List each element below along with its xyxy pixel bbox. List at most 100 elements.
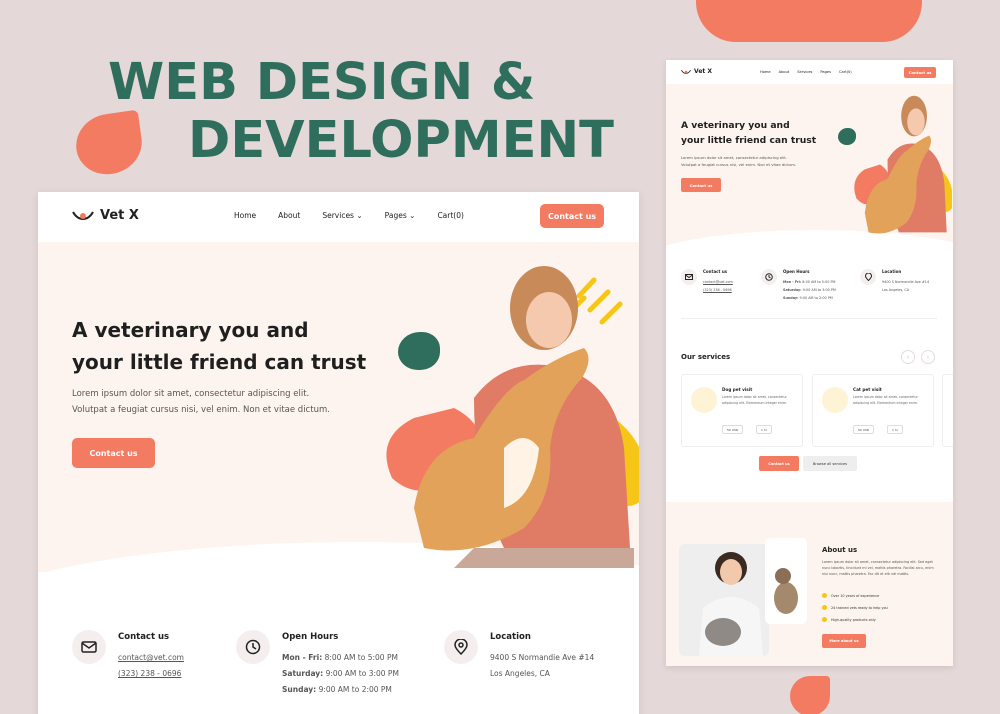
hours-weekday-label: Mon - Fri: [282, 653, 323, 662]
decorative-blob-bottom [790, 676, 830, 714]
section-divider [681, 318, 937, 319]
nav-pages[interactable]: Pages ⌄ [385, 211, 416, 220]
nav-services-label: Services [322, 211, 354, 220]
chevron-right-icon[interactable]: › [921, 350, 935, 364]
hours-sunday-time-small: 9:00 AM to 2:00 PM [799, 296, 833, 300]
nav-pages-label: Pages [384, 211, 407, 220]
info-location: Location 9400 S Normandie Ave #14 Los An… [444, 630, 594, 682]
nav-cart-small[interactable]: Cart(0) [839, 70, 852, 74]
check-icon [822, 605, 827, 610]
hero-sub-line-1-small: Lorem ipsum dolor sit amet, consectetur … [681, 155, 787, 160]
service-card-title: Cat pet visit [853, 387, 882, 392]
hero-title-line-1-small: A veterinary you and [681, 120, 790, 131]
nav-cart[interactable]: Cart(0) [437, 211, 463, 220]
duration-chip: 1 hr [756, 425, 772, 434]
info-contact-small: Contact us contact@vet.com (323) 238 - 0… [681, 269, 733, 294]
hero-title-small: A veterinary you and your little friend … [681, 118, 816, 148]
mail-icon [72, 630, 106, 664]
service-card-title: Dog pet visit [722, 387, 753, 392]
nav-home-small[interactable]: Home [760, 70, 771, 74]
check-icon [822, 617, 827, 622]
location-title-small: Location [882, 269, 902, 274]
hours-title: Open Hours [282, 632, 339, 642]
brand-logo[interactable]: Vet X [72, 208, 139, 223]
navbar: Vet X Home About Services ⌄ Pages ⌄ Cart… [38, 192, 639, 242]
chevron-down-icon: ⌄ [356, 211, 363, 220]
services-title: Our services [681, 353, 731, 361]
clock-icon [761, 269, 777, 285]
location-line-2-small: Los Angeles, CA [882, 288, 910, 292]
service-card-desc: Lorem ipsum dolor sit amet, consectetur … [853, 395, 918, 405]
headline-line-1: WEB DESIGN & [108, 53, 536, 112]
hours-saturday-time: 9:00 AM to 3:00 PM [325, 669, 399, 678]
hours-weekday-time: 8:00 AM to 5:00 PM [324, 653, 398, 662]
decorative-green-blob [398, 332, 440, 370]
hours-saturday-time-small: 9:00 AM to 3:00 PM [802, 288, 836, 292]
decorative-green-blob-small [838, 128, 856, 145]
nav-about[interactable]: About [278, 211, 300, 220]
hero-title: A veterinary you and your little friend … [72, 314, 366, 378]
location-line-1: 9400 S Normandie Ave #14 [490, 653, 595, 662]
price-chip: 50 USD [722, 425, 744, 434]
service-card-cat[interactable]: Cat pet visit Lorem ipsum dolor sit amet… [812, 374, 934, 447]
hero-title-line-1: A veterinary you and [72, 318, 309, 342]
about-check-3-text: High-quality products only [831, 617, 876, 622]
hero-subtitle: Lorem ipsum dolor sit amet, consectetur … [72, 386, 330, 418]
nav-contact-button-small[interactable]: Contact us [904, 67, 936, 78]
about-check-2: 24 trained vets ready to help you [822, 605, 888, 610]
nav-links: Home About Services ⌄ Pages ⌄ Cart(0) [234, 211, 464, 220]
hero-title-line-2-small: your little friend can trust [681, 135, 817, 146]
contact-email-link[interactable]: contact@vet.com [118, 650, 184, 666]
about-check-3: High-quality products only [822, 617, 876, 622]
info-contact: Contact us contact@vet.com (323) 238 - 0… [72, 630, 184, 682]
promo-headline: WEB DESIGN & DEVELOPMENT [108, 53, 614, 169]
price-chip: 50 USD [853, 425, 875, 434]
contact-phone-link[interactable]: (323) 238 - 0696 [118, 666, 184, 682]
contact-phone-link-small[interactable]: (323) 238 - 0696 [703, 286, 733, 294]
hours-sunday-label: Sunday: [282, 685, 317, 694]
contact-email-link-small[interactable]: contact@vet.com [703, 278, 733, 286]
service-card-dog[interactable]: Dog pet visit Lorem ipsum dolor sit amet… [681, 374, 803, 447]
mail-icon [681, 269, 697, 285]
nav-services-small[interactable]: Services [797, 70, 812, 74]
hours-sunday-small: Sunday: 9:00 AM to 2:00 PM [783, 294, 836, 302]
about-check-1: Over 10 years of experience [822, 593, 879, 598]
hero-sub-line-2: Volutpat a feugiat cursus nisi, vel enim… [72, 405, 330, 415]
hero-contact-button[interactable]: Contact us [72, 438, 155, 468]
service-card-partial[interactable] [942, 374, 953, 447]
brand-logo-small[interactable]: Vet X [681, 68, 712, 75]
hero-sub-line-1: Lorem ipsum dolor sit amet, consectetur … [72, 389, 310, 399]
about-title: About us [822, 546, 858, 554]
contact-title-small: Contact us [703, 269, 728, 274]
nav-links-small: Home About Services Pages Cart(0) [760, 70, 852, 74]
nav-pages-small[interactable]: Pages [820, 70, 831, 74]
hours-saturday-label-small: Saturday: [783, 288, 802, 292]
decorative-blob-left [72, 109, 146, 179]
hours-weekday-label-small: Mon - Fri: [783, 280, 802, 284]
browse-services-button[interactable]: Browse all services [803, 456, 857, 471]
info-location-small: Location 9400 S Normandie Ave #14 Los An… [860, 269, 929, 294]
hours-weekday: Mon - Fri: 8:00 AM to 5:00 PM [282, 650, 399, 666]
about-check-2-text: 24 trained vets ready to help you [831, 605, 888, 610]
nav-services[interactable]: Services ⌄ [322, 211, 362, 220]
services-contact-button[interactable]: Contact us [759, 456, 799, 471]
chevron-down-icon: ⌄ [409, 211, 416, 220]
hours-sunday-label-small: Sunday: [783, 296, 799, 300]
nav-home[interactable]: Home [234, 211, 256, 220]
duration-chip: 1 hr [887, 425, 903, 434]
hero-woman-dog-image [386, 266, 639, 568]
about-woman-cats-image [679, 538, 807, 656]
hours-saturday-small: Saturday: 9:00 AM to 3:00 PM [783, 286, 836, 294]
nav-about-small[interactable]: About [779, 70, 790, 74]
chevron-left-icon[interactable]: ‹ [901, 350, 915, 364]
nav-contact-button[interactable]: Contact us [540, 204, 604, 228]
info-hours-small: Open Hours Mon - Fri: 8:00 AM to 5:00 PM… [761, 269, 836, 302]
about-more-button[interactable]: More about us [822, 634, 866, 648]
hero-woman-dog-image-small [854, 95, 952, 234]
location-pin-icon [860, 269, 876, 285]
brand-name: Vet X [100, 208, 139, 223]
location-line-2: Los Angeles, CA [490, 669, 550, 678]
hero-sub-line-2-small: Volutpat a feugiat cursus nisi, vel enim… [681, 162, 797, 167]
hero-contact-button-small[interactable]: Contact us [681, 178, 721, 192]
service-card-desc: Lorem ipsum dolor sit amet, consectetur … [722, 395, 787, 405]
